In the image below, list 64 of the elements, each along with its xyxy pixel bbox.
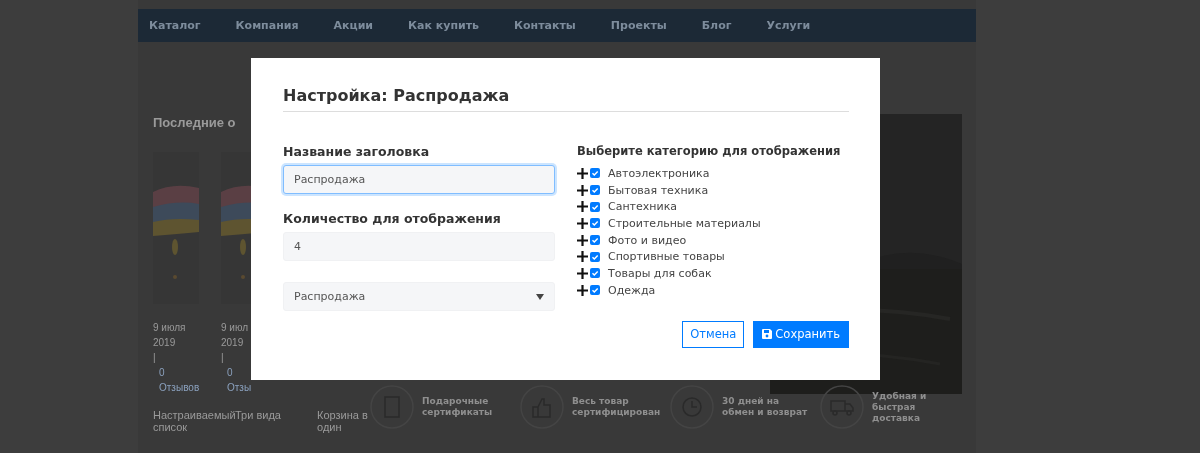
field-label: Количество для отображения [283,211,502,226]
feature-text: 30 дней на обмен и возврат [722,396,809,418]
card-title[interactable]: Корзина в один [317,409,395,433]
nav-link[interactable]: Как купить [408,19,480,32]
section-title: Последние о [153,115,237,130]
cancel-button[interactable]: Отмена [682,320,745,348]
thumbs-up-icon [520,385,564,429]
checkbox[interactable] [590,201,600,212]
caret-icon [536,293,544,300]
nav-link[interactable]: Услуги [766,19,811,32]
input-field[interactable]: 4 [283,232,555,261]
category-label: Автоэлектроника [608,166,710,180]
truck-icon [820,385,864,429]
save-button[interactable]: Сохранить [753,320,849,348]
nav-link[interactable]: Контакты [514,19,576,32]
plus-icon[interactable] [577,184,588,196]
feature-text: Весь товар сертифицирован [572,396,660,418]
clock-icon [670,385,714,429]
review-count: 0 [158,366,166,380]
plus-icon[interactable] [577,217,588,229]
plus-icon[interactable] [577,234,588,246]
year: 2019 [221,336,245,350]
category-label: Фото и видео [608,233,687,247]
checkbox[interactable] [590,185,600,196]
plus-icon[interactable] [577,251,588,263]
category-label: Сантехника [608,200,678,214]
category-label: Спортивные товары [608,250,725,264]
category-label: Товары для собак [608,266,712,280]
card-title[interactable]: Три вида [235,409,313,433]
review-count: 0 [226,366,234,380]
year: 2019 [153,336,177,350]
certificate-icon [370,385,414,429]
separator: | [221,351,225,365]
checkbox[interactable] [590,285,600,296]
date: 9 июл [221,321,250,335]
category-heading: Выберите категорию для отображения [577,144,842,158]
date: 9 июля [153,321,187,335]
nav-link[interactable]: Каталог [149,19,201,32]
category-label: Строительные материалы [608,216,761,230]
feature-text: Подарочные сертификаты [422,396,494,418]
reviews-link[interactable]: Отзы [221,380,289,395]
separator: | [153,351,157,365]
nav-link[interactable]: Проекты [610,19,667,32]
checkbox[interactable] [590,251,600,262]
nav-link[interactable]: Компания [235,19,299,32]
category-label: Бытовая техника [608,183,709,197]
dialog-title: Настройка: Распродажа [283,86,849,112]
field-label: Название заголовка [283,144,431,159]
nav-link[interactable]: Блог [701,19,732,32]
category-label: Одежда [608,283,656,297]
feature-text: Удобная и быстрая доставка [872,390,928,424]
input-field[interactable]: Распродажа [283,165,555,194]
reviews-link[interactable]: Отзывов [153,380,221,395]
select-field[interactable]: Распродажа [283,282,555,311]
save-icon [762,329,773,339]
plus-icon[interactable] [577,284,588,296]
plus-icon[interactable] [577,267,588,279]
nav-link[interactable]: Акции [333,19,374,32]
checkbox[interactable] [590,168,600,179]
plus-icon[interactable] [577,167,588,179]
plus-icon[interactable] [577,201,588,213]
checkbox[interactable] [590,268,600,279]
checkbox[interactable] [590,235,600,246]
checkbox[interactable] [590,218,600,229]
